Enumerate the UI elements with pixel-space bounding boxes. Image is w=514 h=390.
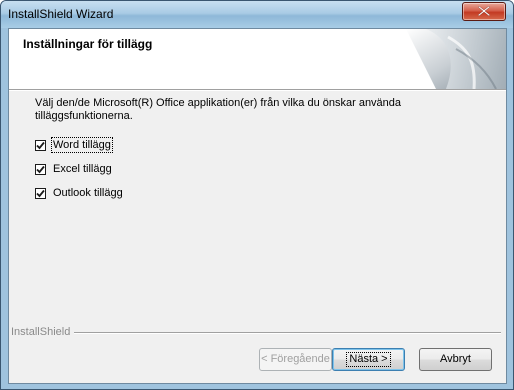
outlook-addin-label[interactable]: Outlook tillägg: [53, 187, 123, 199]
word-addin-checkbox[interactable]: Word tillägg: [35, 137, 113, 153]
page-title: Inställningar för tillägg: [23, 37, 153, 51]
check-icon: [36, 141, 45, 149]
excel-addin-checkbox[interactable]: Excel tillägg: [35, 161, 112, 177]
dialog-body: Inställningar för tillägg Välj den/de Mi…: [8, 28, 507, 384]
next-button[interactable]: Nästa >: [332, 348, 405, 371]
close-icon: [478, 6, 490, 16]
excel-addin-label[interactable]: Excel tillägg: [53, 163, 112, 175]
instructions-text: Välj den/de Microsoft(R) Office applikat…: [35, 97, 402, 122]
outlook-addin-checkbox[interactable]: Outlook tillägg: [35, 185, 123, 201]
check-icon: [36, 189, 45, 197]
checkbox-box[interactable]: [35, 187, 46, 199]
page-curl-graphic-icon: [406, 29, 506, 89]
title-bar[interactable]: InstallShield Wizard: [1, 1, 513, 28]
installer-window: InstallShield Wizard Inställningar för t…: [0, 0, 514, 390]
next-button-label: Nästa >: [346, 352, 391, 367]
cancel-button[interactable]: Avbryt: [419, 348, 492, 371]
close-button[interactable]: [462, 2, 506, 21]
footer-divider: [11, 332, 501, 334]
check-icon: [36, 165, 45, 173]
header-panel: Inställningar för tillägg: [9, 29, 506, 89]
header-divider: [9, 89, 506, 91]
word-addin-label[interactable]: Word tillägg: [51, 137, 113, 153]
checkbox-box[interactable]: [35, 163, 46, 175]
installshield-brand: InstallShield: [11, 326, 75, 338]
window-title: InstallShield Wizard: [8, 7, 114, 21]
back-button[interactable]: < Föregående: [259, 348, 332, 371]
checkbox-box[interactable]: [35, 139, 46, 151]
